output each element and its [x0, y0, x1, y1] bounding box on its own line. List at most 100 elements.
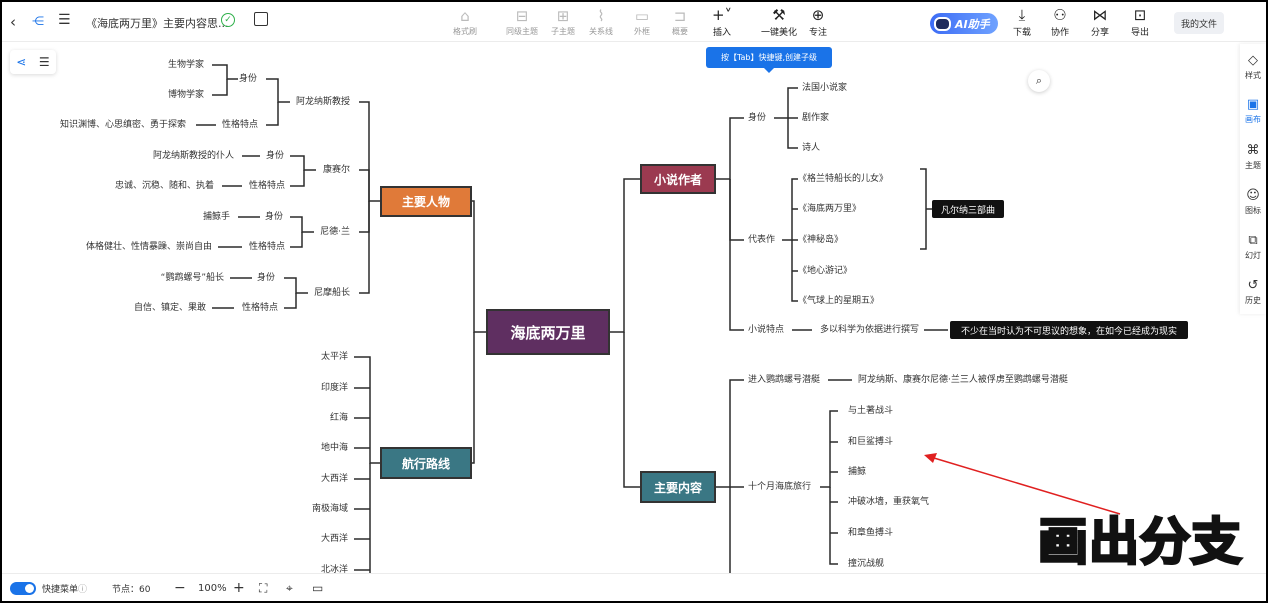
icon-tab[interactable]: ☺ 图标 [1240, 189, 1266, 216]
node-sea[interactable]: 大西洋 [321, 533, 348, 545]
mindmap-canvas[interactable]: 海底两万里 主要人物 航行路线 小说作者 主要内容 阿龙纳斯教授 身份 生物学家… [2, 42, 1266, 575]
node-work[interactable]: 《气球上的星期五》 [798, 295, 879, 307]
ai-assistant-button[interactable]: AI助手 [930, 13, 998, 34]
node-nemo-traits[interactable]: 自信、镇定、果敢 [134, 302, 206, 314]
node-novel-traits[interactable]: 小说特点 [748, 324, 784, 336]
plus-icon: +˅ [711, 5, 733, 24]
node-author-id[interactable]: 法国小说家 [802, 82, 847, 94]
node-sea[interactable]: 南极海域 [312, 503, 348, 515]
topic-main-characters[interactable]: 主要人物 [380, 186, 472, 217]
style-tab[interactable]: ◇ 样式 [1240, 54, 1266, 81]
node-event[interactable]: 撞沉战舰 [848, 558, 884, 570]
node-work[interactable]: 《格兰特船长的儿女》 [798, 173, 888, 185]
node-author-id[interactable]: 诗人 [802, 142, 820, 154]
node-novel-traits-desc[interactable]: 多以科学为依据进行撰写 [820, 324, 919, 336]
history-tab[interactable]: ↺ 历史 [1240, 279, 1266, 306]
node-enter-sub[interactable]: 进入鹦鹉螺号潜艇 [748, 374, 820, 386]
node-nemo-id[interactable]: “鹦鹉螺号”船长 [161, 272, 224, 284]
share-button[interactable]: ⋈ 分享 [1088, 2, 1112, 42]
node-work[interactable]: 《地心游记》 [798, 265, 852, 277]
theme-icon: ⌘ [1246, 143, 1260, 158]
save-icon[interactable] [254, 12, 268, 26]
export-button[interactable]: ⊡ 导出 [1128, 2, 1152, 42]
slides-tab[interactable]: ⧉ 幻灯 [1240, 234, 1266, 261]
zoom-level: 100% [198, 582, 227, 594]
node-sea[interactable]: 太平洋 [321, 351, 348, 363]
node-travel[interactable]: 十个月海底旅行 [748, 481, 811, 493]
node-sea[interactable]: 印度洋 [321, 382, 348, 394]
my-files-button[interactable]: 我的文件 [1174, 12, 1224, 34]
help-icon[interactable]: ⓘ [78, 579, 87, 597]
node-conseil-id[interactable]: 阿龙纳斯教授的仆人 [153, 150, 234, 162]
beautify-button[interactable]: ⚒ 一键美化 [760, 2, 798, 42]
node-traits[interactable]: 性格特点 [249, 241, 285, 253]
node-ned[interactable]: 尼德·兰 [320, 226, 350, 238]
node-identity[interactable]: 身份 [257, 272, 275, 284]
zoom-out-button[interactable]: − [174, 579, 186, 597]
document-title[interactable]: 《海底两万里》主要内容思... [86, 15, 229, 31]
node-event[interactable]: 和章鱼搏斗 [848, 527, 893, 539]
node-conseil[interactable]: 康赛尔 [323, 164, 350, 176]
zoom-in-button[interactable]: + [233, 579, 245, 597]
search-button[interactable]: ⌕ [1028, 70, 1050, 92]
format-brush-button[interactable]: ⌂ 格式刷 [450, 2, 480, 42]
node-work[interactable]: 《神秘岛》 [798, 234, 843, 246]
node-biologist[interactable]: 生物学家 [168, 59, 204, 71]
node-event[interactable]: 捕鲸 [848, 466, 866, 478]
target-icon: ⊕ [811, 5, 825, 24]
node-author-id[interactable]: 剧作家 [802, 112, 829, 124]
relation-line-button[interactable]: ⌇ 关系线 [586, 2, 616, 42]
topic-voyage-route[interactable]: 航行路线 [380, 447, 472, 479]
node-identity[interactable]: 身份 [265, 211, 283, 223]
node-traits[interactable]: 性格特点 [242, 302, 278, 314]
fit-screen-icon[interactable]: ⛶ [259, 579, 267, 597]
locate-icon[interactable]: ⌖ [286, 579, 293, 597]
node-event[interactable]: 与土著战斗 [848, 405, 893, 417]
node-works[interactable]: 代表作 [748, 234, 775, 246]
focus-button[interactable]: ⊕ 专注 [806, 2, 830, 42]
summary-trilogy[interactable]: 凡尔纳三部曲 [932, 200, 1004, 218]
node-sea[interactable]: 地中海 [321, 442, 348, 454]
minimap-icon[interactable]: ▭ [312, 579, 323, 597]
note-novel-traits[interactable]: 不少在当时认为不可思议的想象，在如今已经成为现实 [950, 321, 1188, 339]
node-nemo[interactable]: 尼摩船长 [314, 287, 350, 299]
theme-tab[interactable]: ⌘ 主题 [1240, 144, 1266, 171]
sibling-topic-button[interactable]: ⊟ 同级主题 [504, 2, 540, 42]
smiley-icon: ☺ [1246, 188, 1260, 203]
menu-icon[interactable]: ☰ [58, 12, 71, 28]
node-enter-sub-desc[interactable]: 阿龙纳斯、康赛尔尼德·兰三人被俘虏至鹦鹉螺号潜艇 [858, 374, 1068, 386]
outer-frame-button[interactable]: ▭ 外框 [630, 2, 654, 42]
node-event[interactable]: 冲破冰墙，重获氧气 [848, 496, 929, 508]
collaborate-button[interactable]: ⚇ 协作 [1048, 2, 1072, 42]
mindmap-view-icon[interactable]: ⋖ [16, 55, 26, 69]
node-ned-traits[interactable]: 体格健壮、性情暴躁、崇尚自由 [86, 241, 212, 253]
node-author-identity[interactable]: 身份 [748, 112, 766, 124]
node-aronnax[interactable]: 阿龙纳斯教授 [296, 96, 350, 108]
node-work[interactable]: 《海底两万里》 [798, 203, 861, 215]
node-sea[interactable]: 大西洋 [321, 473, 348, 485]
download-icon: ⤓ [1018, 5, 1026, 24]
shortcut-menu-toggle[interactable] [10, 582, 36, 595]
back-icon[interactable]: ‹ [10, 13, 16, 31]
node-traits[interactable]: 性格特点 [249, 180, 285, 192]
summary-button[interactable]: ⊐ 概要 [668, 2, 692, 42]
node-identity[interactable]: 身份 [239, 73, 257, 85]
download-button[interactable]: ⤓ 下载 [1010, 2, 1034, 42]
node-traits[interactable]: 性格特点 [222, 119, 258, 131]
topic-novelist[interactable]: 小说作者 [640, 164, 716, 194]
topic-main-content[interactable]: 主要内容 [640, 471, 716, 503]
outline-view-icon[interactable]: ☰ [39, 55, 50, 69]
node-naturalist[interactable]: 博物学家 [168, 89, 204, 101]
mindmap-icon[interactable]: ⋲ [32, 14, 44, 28]
node-event[interactable]: 和巨鲨搏斗 [848, 436, 893, 448]
node-identity[interactable]: 身份 [266, 150, 284, 162]
node-ned-id[interactable]: 捕鲸手 [203, 211, 230, 223]
child-topic-button[interactable]: ⊞ 子主题 [548, 2, 578, 42]
node-aronnax-traits[interactable]: 知识渊博、心思缜密、勇于探索 [60, 119, 186, 131]
node-conseil-traits[interactable]: 忠诚、沉稳、随和、执着 [115, 180, 214, 192]
node-sea[interactable]: 红海 [330, 412, 348, 424]
canvas-tab[interactable]: ▣ 画布 [1240, 98, 1266, 125]
insert-button[interactable]: +˅ 插入 [708, 2, 736, 42]
top-toolbar: ‹ ⋲ ☰ 《海底两万里》主要内容思... ✓ ⌂ 格式刷 ⊟ 同级主题 ⊞ 子主题 … [2, 2, 1266, 42]
root-topic[interactable]: 海底两万里 [486, 309, 610, 355]
